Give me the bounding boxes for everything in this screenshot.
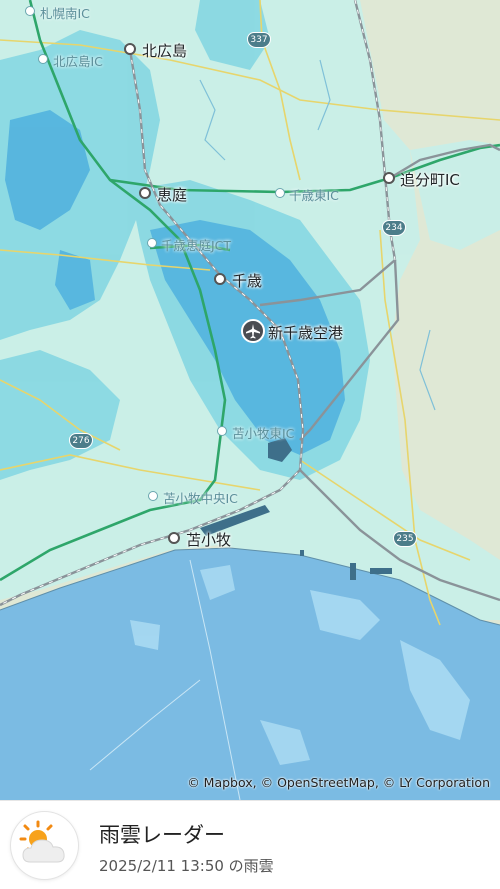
route-shield-276: 276: [69, 433, 93, 449]
ic-label-chitose-higashi[interactable]: 千歳東IC: [289, 185, 339, 204]
route-shield-235: 235: [393, 531, 417, 547]
ic-pin-tomakomai-higashi[interactable]: [217, 426, 227, 436]
city-label-tomakomai[interactable]: 苫小牧: [186, 529, 231, 550]
ic-pin-chitose-eniwa-jct[interactable]: [147, 238, 157, 248]
city-label-eniwa[interactable]: 恵庭: [157, 184, 187, 205]
cloud-icon: [22, 839, 65, 863]
ic-label-sapporo-minami[interactable]: 札幌南IC: [40, 3, 90, 22]
route-shield-234: 234: [382, 220, 406, 236]
map-canvas[interactable]: [0, 0, 500, 800]
radar-timestamp: 2025/2/11 13:50 の雨雲: [99, 857, 274, 875]
ic-label-kitahiroshima[interactable]: 北広島IC: [53, 51, 103, 70]
ic-pin-chitose-higashi[interactable]: [275, 188, 285, 198]
city-pin-kitahiroshima[interactable]: [124, 43, 136, 55]
city-label-kitahiroshima[interactable]: 北広島: [142, 40, 187, 61]
radar-info-footer[interactable]: 雨雲レーダー 2025/2/11 13:50 の雨雲: [0, 800, 500, 889]
ic-pin-tomakomai-chuo[interactable]: [148, 491, 158, 501]
route-shield-337: 337: [247, 32, 271, 48]
ic-label-tomakomai-chuo[interactable]: 苫小牧中央IC: [163, 488, 238, 507]
map-attribution[interactable]: © Mapbox, © OpenStreetMap, © LY Corporat…: [187, 775, 490, 790]
city-pin-chitose[interactable]: [214, 273, 226, 285]
city-label-chitose[interactable]: 千歳: [232, 270, 262, 291]
city-pin-eniwa[interactable]: [139, 187, 151, 199]
ic-pin-sapporo-minami[interactable]: [25, 6, 35, 16]
city-pin-tomakomai[interactable]: [168, 532, 180, 544]
ic-pin-kitahiroshima[interactable]: [38, 54, 48, 64]
sun-behind-cloud-icon: [11, 812, 78, 879]
app-title: 雨雲レーダー: [99, 823, 225, 847]
airplane-icon[interactable]: [241, 319, 265, 343]
rain-radar-map[interactable]: 337 234 276 235 北広島 恵庭 千歳 苫小牧 札幌南IC 北広島I…: [0, 0, 500, 800]
ic-pin-oiwakecho[interactable]: [383, 172, 395, 184]
airport-label[interactable]: 新千歳空港: [268, 322, 343, 343]
ic-label-chitose-eniwa-jct[interactable]: 千歳恵庭JCT: [161, 235, 231, 254]
ic-label-oiwakecho[interactable]: 追分町IC: [400, 169, 460, 190]
ic-label-tomakomai-higashi[interactable]: 苫小牧東IC: [232, 423, 294, 442]
